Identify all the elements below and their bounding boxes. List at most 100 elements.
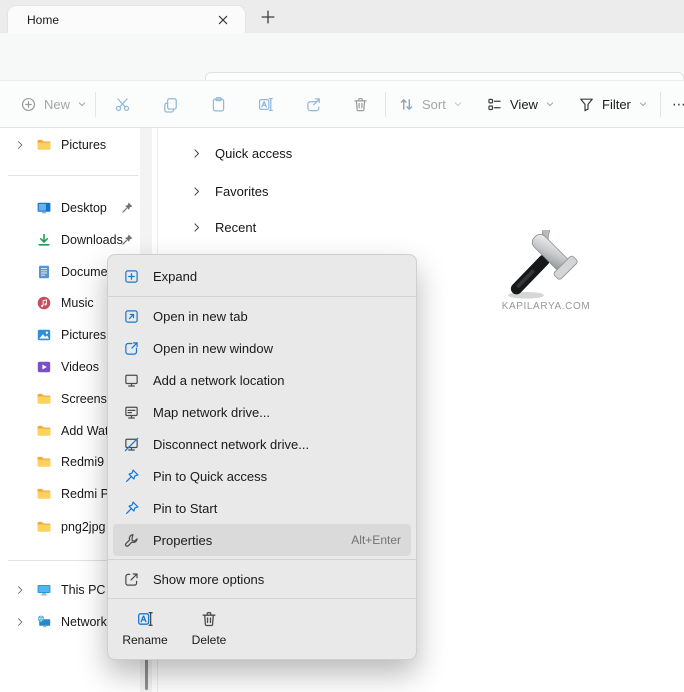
view-icon: [486, 96, 503, 113]
tab-home[interactable]: Home: [7, 5, 246, 33]
menu-item-label: Pin to Quick access: [153, 469, 267, 484]
close-tab-icon[interactable]: [215, 12, 231, 28]
sidebar-item-desktop[interactable]: Desktop: [0, 192, 150, 224]
expand-icon: [123, 268, 140, 285]
network-icon: [36, 614, 52, 630]
sort-button[interactable]: Sort: [398, 81, 463, 127]
chevron-down-icon: [545, 99, 555, 109]
menu-item-label: Expand: [153, 269, 197, 284]
document-icon: [36, 264, 52, 280]
sidebar-item-label: Redmi9: [61, 455, 104, 469]
toolbar-separator: [660, 92, 661, 117]
toolbar-separator: [385, 92, 386, 117]
sidebar-item-pictures[interactable]: Pictures: [0, 129, 150, 161]
new-tab-icon[interactable]: [259, 8, 277, 26]
menu-item-properties[interactable]: Properties Alt+Enter: [113, 524, 411, 556]
pictures-icon: [36, 327, 52, 343]
chevron-down-icon: [77, 99, 87, 109]
delete-button[interactable]: Delete: [180, 605, 238, 653]
delete-button[interactable]: [352, 81, 369, 127]
sidebar-item-downloads[interactable]: Downloads: [0, 224, 150, 256]
new-label: New: [44, 97, 70, 112]
section-recent[interactable]: Recent: [190, 211, 256, 243]
delete-icon: [352, 96, 369, 113]
section-label: Favorites: [215, 184, 268, 199]
menu-item-label: Open in new tab: [153, 309, 248, 324]
downloads-icon: [36, 232, 52, 248]
menu-item-expand[interactable]: Expand: [108, 259, 416, 293]
chevron-right-icon[interactable]: [14, 584, 26, 596]
menu-item-add-network-location[interactable]: Add a network location: [108, 364, 416, 396]
pin-icon: [123, 500, 140, 517]
chevron-down-icon: [453, 99, 463, 109]
menu-item-label: Pin to Start: [153, 501, 217, 516]
sidebar-item-label: Music: [61, 296, 94, 310]
new-button[interactable]: New: [20, 81, 87, 127]
menu-item-disconnect-network-drive[interactable]: Disconnect network drive...: [108, 428, 416, 460]
delete-icon: [200, 610, 218, 628]
paste-button[interactable]: [210, 81, 227, 127]
footer-button-label: Rename: [122, 633, 167, 647]
sidebar-item-label: Downloads: [61, 233, 123, 247]
folder-icon: [36, 391, 52, 407]
section-label: Quick access: [215, 146, 292, 161]
rename-button[interactable]: Rename: [116, 605, 174, 653]
menu-item-open-in-new-window[interactable]: Open in new window: [108, 332, 416, 364]
menu-item-pin-to-start[interactable]: Pin to Start: [108, 492, 416, 524]
pin-icon: [123, 468, 140, 485]
chevron-right-icon[interactable]: [190, 147, 203, 160]
rename-icon: [257, 96, 274, 113]
cut-button[interactable]: [114, 81, 131, 127]
menu-item-label: Show more options: [153, 572, 264, 587]
watermark: KAPILARYA.COM: [494, 230, 598, 312]
chevron-right-icon[interactable]: [190, 185, 203, 198]
sidebar-scrollbar-thumb[interactable]: [145, 658, 148, 690]
see-more-button[interactable]: ⋯: [672, 81, 684, 127]
view-button[interactable]: View: [486, 81, 555, 127]
menu-divider: [108, 598, 416, 599]
chevron-right-icon[interactable]: [190, 221, 203, 234]
chevron-right-icon[interactable]: [14, 616, 26, 628]
rename-icon: [136, 610, 154, 628]
sidebar-item-label: Pictures: [61, 138, 106, 152]
context-menu: Expand Open in new tab Open in new windo…: [107, 254, 417, 660]
command-toolbar: New Sort View: [0, 80, 684, 128]
filter-label: Filter: [602, 97, 631, 112]
section-label: Recent: [215, 220, 256, 235]
tab-bar: Home: [0, 0, 684, 33]
section-quick-access[interactable]: Quick access: [190, 137, 292, 169]
menu-item-map-network-drive[interactable]: Map network drive...: [108, 396, 416, 428]
folder-icon: [36, 454, 52, 470]
sort-label: Sort: [422, 97, 446, 112]
rename-button[interactable]: [257, 81, 274, 127]
menu-item-show-more-options[interactable]: Show more options: [108, 563, 416, 595]
menu-item-label: Disconnect network drive...: [153, 437, 309, 452]
hammer-image: [494, 230, 594, 300]
folder-icon: [36, 137, 52, 153]
watermark-text: KAPILARYA.COM: [494, 301, 598, 312]
menu-item-open-in-new-tab[interactable]: Open in new tab: [108, 300, 416, 332]
sidebar-item-label: Desktop: [61, 201, 107, 215]
menu-item-label: Add a network location: [153, 373, 285, 388]
videos-icon: [36, 359, 52, 375]
copy-icon: [162, 96, 179, 113]
sidebar-item-label: Network: [61, 615, 107, 629]
menu-item-label: Map network drive...: [153, 405, 270, 420]
share-button[interactable]: [305, 81, 322, 127]
section-favorites[interactable]: Favorites: [190, 175, 268, 207]
open-new-tab-icon: [123, 308, 140, 325]
filter-button[interactable]: Filter: [578, 81, 648, 127]
pin-icon: [120, 233, 134, 247]
menu-item-pin-to-quick-access[interactable]: Pin to Quick access: [108, 460, 416, 492]
menu-divider: [108, 559, 416, 560]
show-more-icon: [123, 571, 140, 588]
tab-title: Home: [27, 13, 59, 27]
copy-button[interactable]: [162, 81, 179, 127]
disconnect-drive-icon: [123, 436, 140, 453]
sort-icon: [398, 96, 415, 113]
chevron-right-icon[interactable]: [14, 139, 26, 151]
sidebar-item-label: png2jpg: [61, 520, 106, 534]
sidebar-divider: [8, 175, 138, 176]
sidebar-item-label: Videos: [61, 360, 99, 374]
share-icon: [305, 96, 322, 113]
